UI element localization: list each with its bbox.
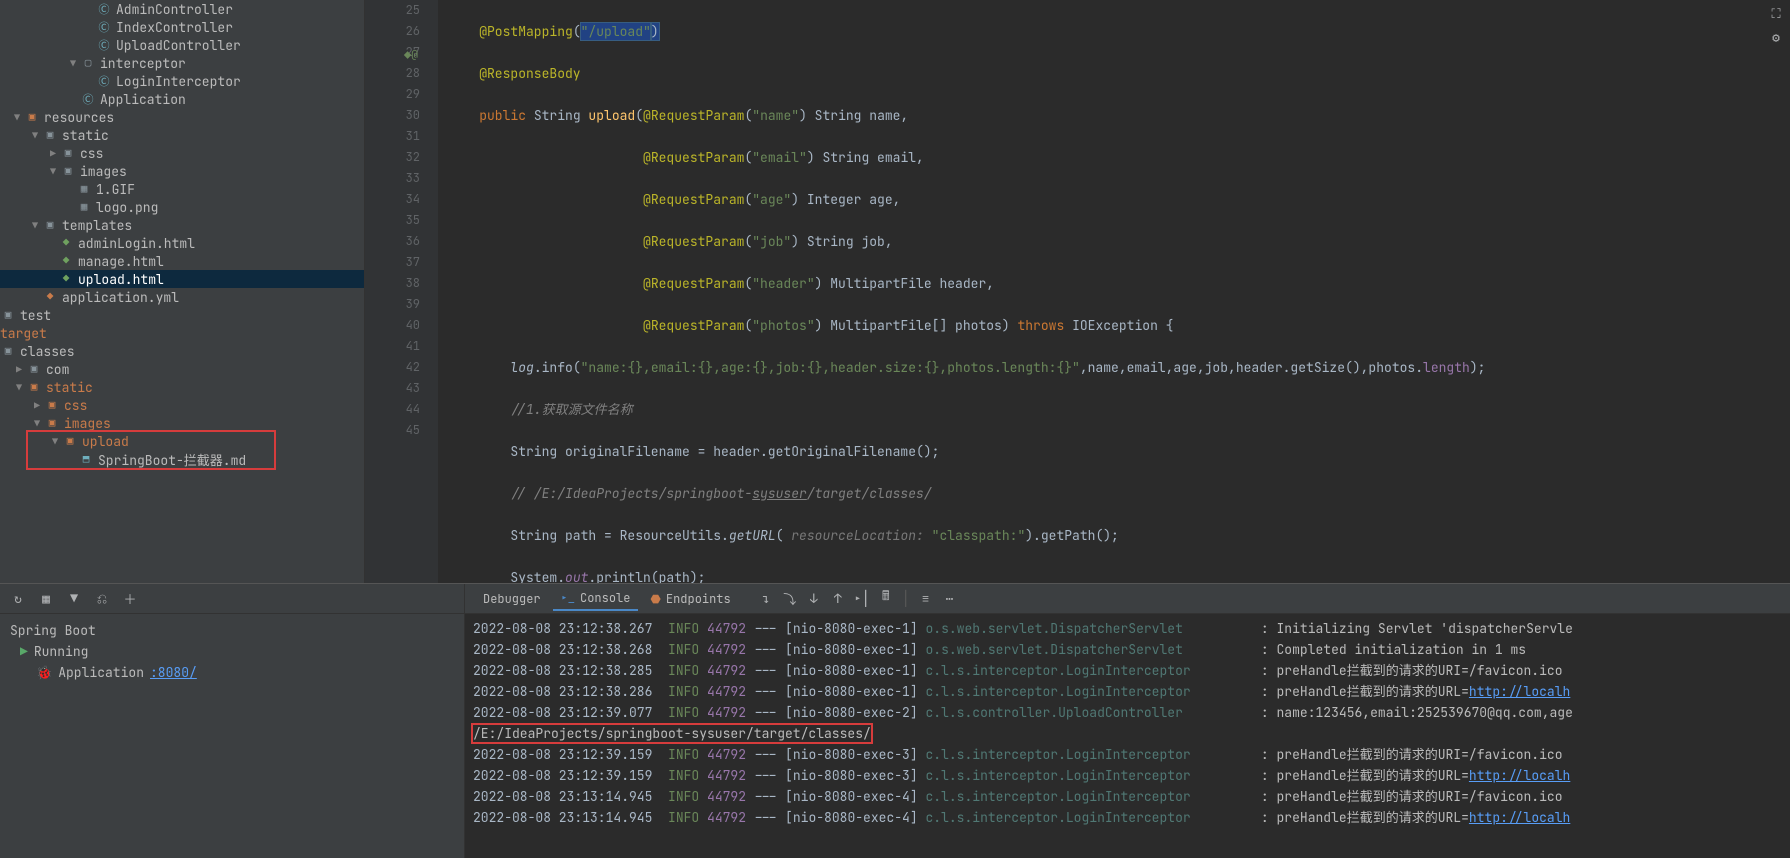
settings-icon[interactable]: ⚙ — [1767, 28, 1785, 46]
html-icon: ◆ — [58, 271, 74, 287]
editor-right-toolbar: ⛶ ⚙ — [1762, 0, 1790, 46]
step-over-icon[interactable]: ⤵ — [782, 590, 798, 606]
filter-icon[interactable]: ▼ — [66, 591, 82, 607]
folder-icon: ▣ — [42, 127, 58, 143]
tree-gif[interactable]: ▦1.GIF — [0, 180, 364, 198]
tab-console[interactable]: ▸_Console — [553, 587, 639, 611]
folder-icon: ▣ — [44, 415, 60, 431]
line-gutter: 25 26 27⬥@ 28 29 30 31 32 33 34 35 36 37… — [365, 0, 438, 583]
chevron-right-icon: ▶ — [30, 399, 44, 412]
class-icon: Ⓒ — [96, 1, 112, 17]
run-running[interactable]: ▶Running — [0, 641, 464, 662]
run-application[interactable]: 🐞Application :8080/ — [0, 662, 464, 683]
tree-resources[interactable]: ▼▣resources — [0, 108, 364, 126]
step-out-icon[interactable]: ↑ — [830, 590, 846, 606]
class-icon: Ⓒ — [96, 73, 112, 89]
upload-folder-highlight: ▼▣upload ⬒SpringBoot-拦截器.md — [28, 432, 274, 468]
tab-endpoints[interactable]: ⬣Endpoints — [642, 588, 738, 610]
tree-index-controller[interactable]: ⒸIndexController — [0, 18, 364, 36]
chevron-down-icon: ▼ — [30, 417, 44, 430]
pin-icon[interactable]: ⎌ — [94, 591, 110, 607]
chevron-down-icon: ▼ — [28, 219, 42, 232]
chevron-down-icon: ▼ — [48, 435, 62, 448]
tree-upload-dir[interactable]: ▼▣upload — [28, 432, 274, 450]
yaml-icon: ◆ — [42, 289, 58, 305]
list-icon[interactable]: ≡ — [918, 590, 934, 606]
console-output[interactable]: 2022-08-08 23:12:38.267 INFO 44792 --- [… — [465, 614, 1790, 858]
play-icon: ▶ — [20, 643, 28, 660]
console-tabs: Debugger ▸_Console ⬣Endpoints ↴ ⤵ ↓ ↑ ▸│… — [465, 584, 1790, 614]
endpoints-icon: ⬣ — [650, 591, 660, 607]
tree-static[interactable]: ▼▣static — [0, 126, 364, 144]
folder-icon: ▣ — [60, 145, 76, 161]
folder-icon: ▣ — [62, 433, 78, 449]
html-icon: ◆ — [58, 235, 74, 251]
folder-icon: ▣ — [0, 343, 16, 359]
image-icon: ▦ — [76, 181, 92, 197]
html-icon: ◆ — [58, 253, 74, 269]
run-panel: ↻ ▦ ▼ ⎌ ＋ Spring Boot ▶Running 🐞Applicat… — [0, 584, 465, 858]
tree-target[interactable]: target — [0, 324, 364, 342]
port-link[interactable]: :8080/ — [150, 664, 197, 681]
tree-upload-html[interactable]: ◆upload.html — [0, 270, 364, 288]
folder-icon: ▣ — [26, 379, 42, 395]
tree-app-yml[interactable]: ◆application.yml — [0, 288, 364, 306]
chevron-down-icon: ▼ — [66, 57, 80, 70]
expand-icon[interactable]: ⛶ — [1767, 4, 1785, 22]
tree-com[interactable]: ▶▣com — [0, 360, 364, 378]
tree-application[interactable]: ⒸApplication — [0, 90, 364, 108]
step-icon[interactable]: ↴ — [758, 590, 774, 606]
class-icon: Ⓒ — [80, 91, 96, 107]
more-icon[interactable]: ⋯ — [942, 590, 958, 606]
tree-springboot-md[interactable]: ⬒SpringBoot-拦截器.md — [28, 450, 274, 468]
package-icon: ▢ — [80, 55, 96, 71]
run-toolbar: ↻ ▦ ▼ ⎌ ＋ — [0, 584, 464, 614]
folder-icon: ▣ — [60, 163, 76, 179]
tree-manage[interactable]: ◆manage.html — [0, 252, 364, 270]
code-area[interactable]: @PostMapping("/upload") @ResponseBody pu… — [438, 0, 1790, 583]
run-springboot[interactable]: Spring Boot — [0, 620, 464, 641]
class-icon: Ⓒ — [96, 37, 112, 53]
folder-icon: ▣ — [0, 307, 16, 323]
tree-interceptor[interactable]: ▼▢interceptor — [0, 54, 364, 72]
folder-icon: ▣ — [42, 217, 58, 233]
tree-logo[interactable]: ▦logo.png — [0, 198, 364, 216]
tree-login-interceptor[interactable]: ⒸLoginInterceptor — [0, 72, 364, 90]
code-editor[interactable]: 25 26 27⬥@ 28 29 30 31 32 33 34 35 36 37… — [365, 0, 1790, 583]
folder-icon: ▣ — [44, 397, 60, 413]
tree-adminlogin[interactable]: ◆adminLogin.html — [0, 234, 364, 252]
run-to-icon[interactable]: ▸│ — [854, 590, 870, 606]
class-icon: Ⓒ — [96, 19, 112, 35]
tree-templates[interactable]: ▼▣templates — [0, 216, 364, 234]
rerun-icon[interactable]: ↻ — [10, 591, 26, 607]
project-tree[interactable]: ⒸAdminController ⒸIndexController ⒸUploa… — [0, 0, 365, 583]
chevron-right-icon: ▶ — [46, 147, 60, 160]
tree-upload-controller[interactable]: ⒸUploadController — [0, 36, 364, 54]
tab-debugger[interactable]: Debugger — [475, 588, 549, 610]
chevron-right-icon: ▶ — [12, 363, 26, 376]
chevron-down-icon: ▼ — [28, 129, 42, 142]
chevron-down-icon: ▼ — [46, 165, 60, 178]
tree-static2[interactable]: ▼▣static — [0, 378, 364, 396]
evaluate-icon[interactable]: 🖩 — [878, 590, 894, 606]
tree-css2[interactable]: ▶▣css — [0, 396, 364, 414]
chevron-down-icon: ▼ — [10, 111, 24, 124]
console-panel: Debugger ▸_Console ⬣Endpoints ↴ ⤵ ↓ ↑ ▸│… — [465, 584, 1790, 858]
tree-classes[interactable]: ▣classes — [0, 342, 364, 360]
chevron-down-icon: ▼ — [12, 381, 26, 394]
layout-icon[interactable]: ▦ — [38, 591, 54, 607]
bug-icon: 🐞 — [36, 664, 52, 681]
add-icon[interactable]: ＋ — [122, 591, 138, 607]
tree-images2[interactable]: ▼▣images — [0, 414, 364, 432]
tree-css[interactable]: ▶▣css — [0, 144, 364, 162]
console-icon: ▸_ — [561, 590, 575, 606]
tree-admin-controller[interactable]: ⒸAdminController — [0, 0, 364, 18]
step-into-icon[interactable]: ↓ — [806, 590, 822, 606]
folder-icon: ▣ — [26, 361, 42, 377]
tree-images[interactable]: ▼▣images — [0, 162, 364, 180]
markdown-icon: ⬒ — [78, 451, 94, 467]
tree-test[interactable]: ▣test — [0, 306, 364, 324]
image-icon: ▦ — [76, 199, 92, 215]
folder-icon: ▣ — [24, 109, 40, 125]
